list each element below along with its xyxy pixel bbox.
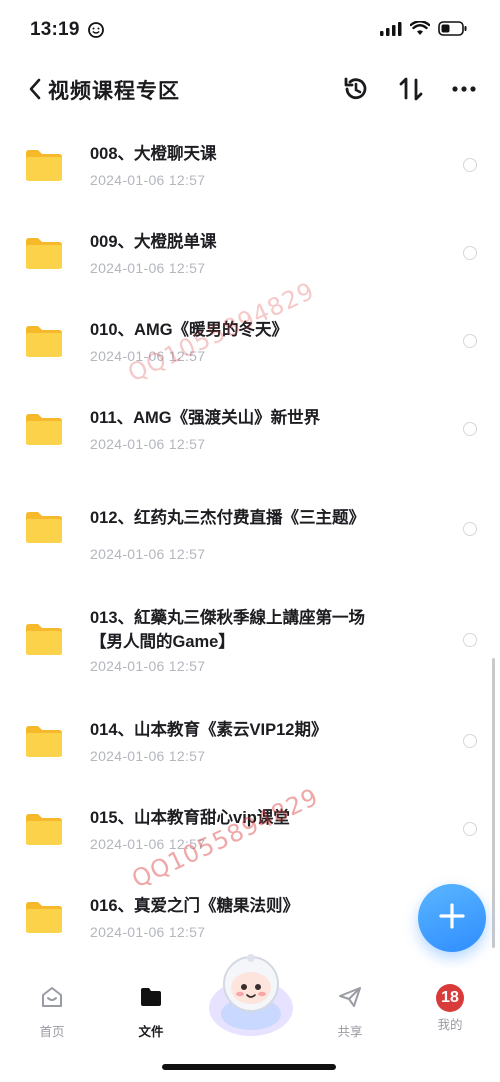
folder-name: 009、大橙脱单课 — [90, 233, 217, 251]
list-item[interactable]: 011、AMG《强渡关山》新世界 2024-01-06 12:57 — [0, 402, 490, 472]
chevron-left-icon[interactable] — [26, 76, 46, 102]
add-button[interactable] — [418, 884, 486, 952]
folder-date: 2024-01-06 12:57 — [90, 924, 206, 940]
status-bar: 13:19 — [0, 0, 500, 62]
folder-name: 008、大橙聊天课 — [90, 145, 217, 163]
tab-share-label: 共享 — [337, 1025, 363, 1039]
send-icon — [337, 987, 363, 1014]
more-icon[interactable] — [450, 74, 480, 104]
folder-date: 2024-01-06 12:57 — [90, 658, 206, 674]
plus-icon — [438, 902, 466, 935]
list-item[interactable]: 009、大橙脱单课 2024-01-06 12:57 — [0, 226, 490, 296]
folder-name: 014、山本教育《素云VIP12期》 — [90, 721, 328, 739]
select-radio[interactable] — [463, 158, 477, 172]
folder-date: 2024-01-06 12:57 — [90, 436, 206, 452]
status-smile-icon — [88, 22, 104, 43]
folder-date: 2024-01-06 12:57 — [90, 748, 206, 764]
scrollbar[interactable] — [492, 658, 495, 948]
cellular-signal-icon — [380, 21, 402, 41]
avatar: 18 — [436, 984, 464, 1012]
list-item[interactable]: 008、大橙聊天课 2024-01-06 12:57 — [0, 138, 490, 208]
tab-share[interactable]: 共享 — [315, 984, 385, 1040]
folder-name: 011、AMG《强渡关山》新世界 — [90, 409, 321, 427]
tab-mine-label: 我的 — [437, 1018, 463, 1032]
folder-icon — [24, 236, 64, 270]
home-icon — [39, 987, 65, 1014]
select-radio[interactable] — [463, 246, 477, 260]
select-radio[interactable] — [463, 822, 477, 836]
folder-name: 016、真爱之门《糖果法则》 — [90, 897, 300, 915]
home-indicator — [162, 1064, 336, 1070]
folder-icon — [24, 724, 64, 758]
tab-home[interactable]: 首页 — [17, 984, 87, 1040]
history-icon[interactable] — [341, 74, 371, 104]
select-radio[interactable] — [463, 334, 477, 348]
status-time: 13:19 — [30, 19, 80, 40]
folder-icon — [24, 412, 64, 446]
tab-mine[interactable]: 18 我的 — [415, 984, 485, 1033]
select-radio[interactable] — [463, 734, 477, 748]
wifi-icon — [409, 20, 431, 41]
folder-icon — [24, 900, 64, 934]
folder-name: 012、红药丸三杰付费直播《三主题》 — [90, 509, 366, 527]
folder-name-line2: 【男人間的Game】 — [90, 633, 235, 651]
mascot-astronaut-icon[interactable] — [205, 948, 297, 1038]
folder-icon — [24, 324, 64, 358]
folder-date: 2024-01-06 12:57 — [90, 260, 206, 276]
list-item[interactable]: 012、红药丸三杰付费直播《三主题》 2024-01-06 12:57 — [0, 496, 490, 576]
select-radio[interactable] — [463, 422, 477, 436]
tab-home-label: 首页 — [39, 1025, 65, 1039]
folder-icon — [24, 510, 64, 544]
select-radio[interactable] — [463, 633, 477, 647]
tab-files[interactable]: 文件 — [116, 984, 186, 1040]
folder-name: 013、紅藥丸三傑秋季線上講座第一场 — [90, 609, 366, 627]
navbar: 视频课程专区 — [0, 62, 500, 118]
folder-date: 2024-01-06 12:57 — [90, 172, 206, 188]
folder-icon — [24, 812, 64, 846]
folder-icon — [138, 988, 164, 1014]
folder-date: 2024-01-06 12:57 — [90, 546, 206, 562]
sort-icon[interactable] — [396, 74, 426, 104]
list-item[interactable]: 013、紅藥丸三傑秋季線上講座第一场 【男人間的Game】 2024-01-06… — [0, 602, 490, 692]
battery-icon — [438, 21, 468, 41]
folder-icon — [24, 148, 64, 182]
page-title: 视频课程专区 — [48, 80, 180, 103]
tab-files-label: 文件 — [138, 1025, 164, 1039]
list-item[interactable]: 014、山本教育《素云VIP12期》 2024-01-06 12:57 — [0, 714, 490, 784]
folder-icon — [24, 622, 64, 656]
select-radio[interactable] — [463, 522, 477, 536]
